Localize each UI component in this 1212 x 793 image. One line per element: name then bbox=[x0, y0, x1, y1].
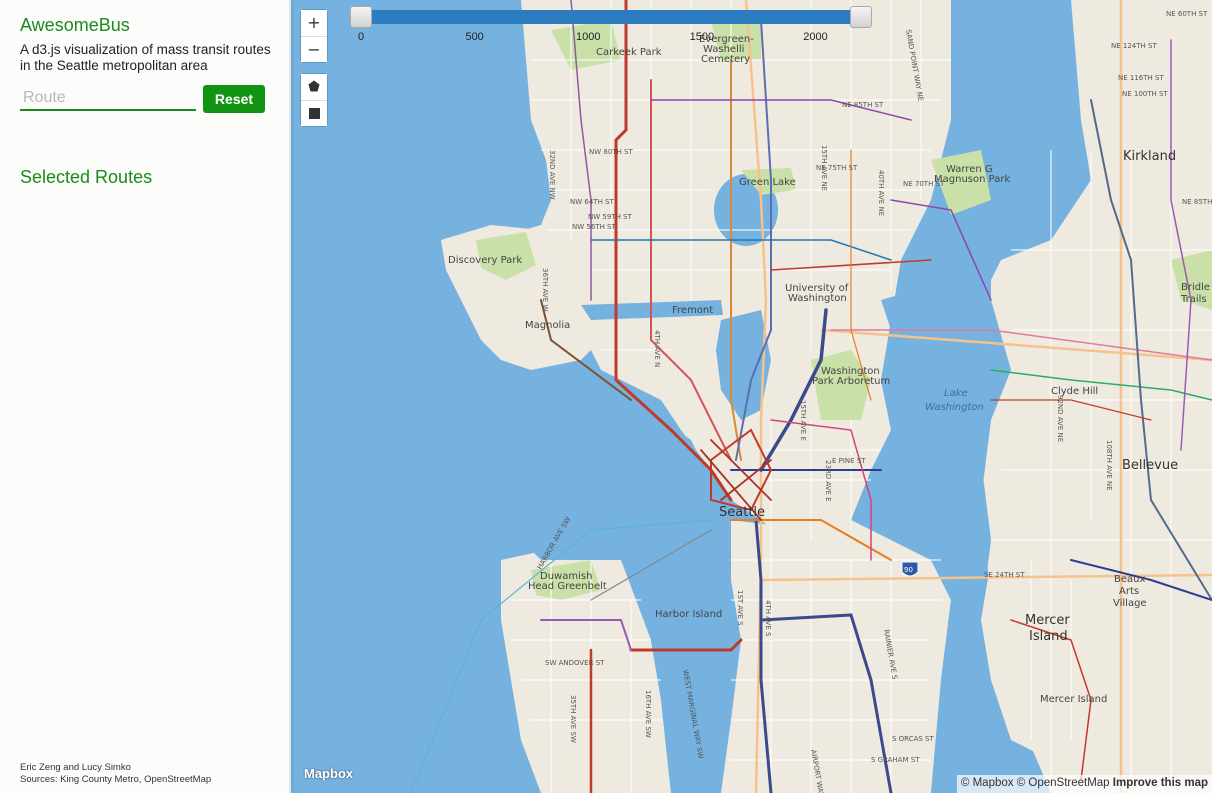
square-icon bbox=[308, 108, 320, 119]
zoom-out-button[interactable]: − bbox=[301, 36, 327, 62]
mapbox-logo[interactable]: Mapbox bbox=[304, 766, 353, 781]
reset-button[interactable]: Reset bbox=[203, 85, 265, 113]
road-label: 4TH AVE S bbox=[764, 600, 772, 637]
app-description: A d3.js visualization of mass transit ro… bbox=[20, 42, 271, 73]
time-range-slider[interactable]: 0 500 1000 1500 2000 bbox=[350, 6, 872, 44]
road-label: NW 59TH ST bbox=[588, 213, 632, 221]
road-label: 92ND AVE NE bbox=[1056, 395, 1064, 442]
slider-tick-label: 0 bbox=[357, 31, 365, 43]
bridle-label-1: Bridle bbox=[1181, 282, 1210, 293]
draw-controls bbox=[301, 74, 327, 126]
slider-tick-label: 1500 bbox=[689, 31, 715, 43]
road-label: NE 70TH ST bbox=[903, 180, 945, 188]
arboretum-label-2: Park Arboretum bbox=[812, 376, 890, 387]
road-label: SW ANDOVER ST bbox=[545, 659, 605, 667]
road-label: NW 64TH ST bbox=[570, 198, 614, 206]
road-label: S GRAHAM ST bbox=[871, 756, 920, 764]
route-search-input[interactable] bbox=[20, 86, 196, 111]
road-label: 23RD AVE E bbox=[824, 460, 832, 502]
seattle-label: Seattle bbox=[719, 505, 765, 520]
beaux-arts-label-2: Arts bbox=[1119, 586, 1139, 597]
road-label: 15TH AVE NE bbox=[820, 145, 828, 191]
green-lake-label: Green Lake bbox=[739, 177, 796, 188]
road-label: NE 100TH ST bbox=[1122, 90, 1168, 98]
road-label: E PINE ST bbox=[832, 457, 866, 465]
osm-attribution-link[interactable]: © OpenStreetMap bbox=[1017, 777, 1110, 789]
road-label: NE 85TH ST bbox=[842, 101, 884, 109]
road-label: NE 124TH ST bbox=[1111, 42, 1157, 50]
road-label: 32ND AVE NW bbox=[548, 150, 556, 200]
app-title: AwesomeBus bbox=[20, 15, 130, 35]
transit-map[interactable]: Seattle Kirkland Bellevue Clyde Hill Mer… bbox=[291, 0, 1212, 793]
hwy-90-label: 90 bbox=[904, 566, 913, 574]
road-label: NW 56TH ST bbox=[572, 223, 616, 231]
slider-tick-label: 2000 bbox=[803, 31, 828, 43]
road-label: S ORCAS ST bbox=[892, 735, 934, 743]
warren-label-2: Magnuson Park bbox=[934, 174, 1010, 185]
evergreen-label-3: Cemetery bbox=[701, 54, 750, 65]
slider-handle-high[interactable] bbox=[850, 6, 872, 28]
road-label: NW 80TH ST bbox=[589, 148, 633, 156]
road-label: NE 116TH ST bbox=[1118, 74, 1164, 82]
road-label: 16TH AVE SW bbox=[644, 690, 652, 738]
road-label: 35TH AVE SW bbox=[569, 695, 577, 743]
sources-text: Sources: King County Metro, OpenStreetMa… bbox=[20, 774, 212, 785]
fremont-label: Fremont bbox=[672, 305, 713, 316]
lake-washington-label-2: Washington bbox=[925, 402, 984, 413]
carkeek-park-label: Carkeek Park bbox=[596, 47, 662, 58]
mapbox-attribution-link[interactable]: © Mapbox bbox=[961, 777, 1014, 789]
discovery-park-label: Discovery Park bbox=[448, 255, 522, 266]
map-attribution: © Mapbox © OpenStreetMap Improve this ma… bbox=[956, 775, 1212, 793]
lake-washington-label-1: Lake bbox=[944, 388, 968, 399]
duwamish-label-2: Head Greenbelt bbox=[528, 581, 607, 592]
road-label: 4TH AVE N bbox=[653, 330, 661, 367]
road-label: 1ST AVE S bbox=[736, 590, 744, 626]
uw-label-2: Washington bbox=[788, 293, 847, 304]
bridle-label-2: Trails bbox=[1180, 294, 1207, 305]
slider-tick-label: 500 bbox=[465, 31, 484, 43]
mercer-label-1: Mercer bbox=[1025, 613, 1070, 628]
slider-tick-label: 1000 bbox=[576, 31, 601, 43]
map-canvas[interactable]: Seattle Kirkland Bellevue Clyde Hill Mer… bbox=[291, 0, 1212, 793]
slider-handle-low[interactable] bbox=[350, 6, 372, 28]
draw-polygon-button[interactable] bbox=[301, 74, 327, 100]
road-label: 15TH AVE E bbox=[799, 400, 807, 441]
road-label: NE 85TH ST bbox=[1182, 198, 1212, 206]
draw-rectangle-button[interactable] bbox=[301, 100, 327, 126]
road-label: SE 24TH ST bbox=[984, 571, 1025, 579]
beaux-arts-label-1: Beaux bbox=[1114, 574, 1145, 585]
slider-track[interactable] bbox=[361, 10, 861, 24]
credits: Eric Zeng and Lucy Simko Sources: King C… bbox=[20, 762, 211, 786]
kirkland-label: Kirkland bbox=[1123, 149, 1176, 164]
improve-map-link[interactable]: Improve this map bbox=[1113, 777, 1208, 789]
zoom-in-button[interactable]: + bbox=[301, 10, 327, 36]
road-label: 36TH AVE W bbox=[541, 268, 549, 311]
mercer-island-small-label: Mercer Island bbox=[1040, 694, 1107, 705]
harbor-island-label: Harbor Island bbox=[655, 609, 722, 620]
selected-routes-heading: Selected Routes bbox=[20, 167, 153, 187]
pentagon-icon bbox=[308, 80, 320, 92]
magnolia-label: Magnolia bbox=[525, 320, 570, 331]
bellevue-label: Bellevue bbox=[1122, 458, 1178, 473]
authors-text: Eric Zeng and Lucy Simko bbox=[20, 762, 131, 773]
beaux-arts-label-3: Village bbox=[1113, 598, 1147, 609]
road-label: 40TH AVE NE bbox=[877, 170, 885, 216]
road-label: NE 60TH ST bbox=[1166, 10, 1208, 18]
interstate-shield: 90 bbox=[901, 561, 919, 577]
sidebar: AwesomeBus A d3.js visualization of mass… bbox=[0, 0, 290, 793]
mercer-label-2: Island bbox=[1029, 629, 1068, 644]
zoom-controls: + − bbox=[301, 10, 327, 62]
road-label: 108TH AVE NE bbox=[1105, 440, 1113, 491]
